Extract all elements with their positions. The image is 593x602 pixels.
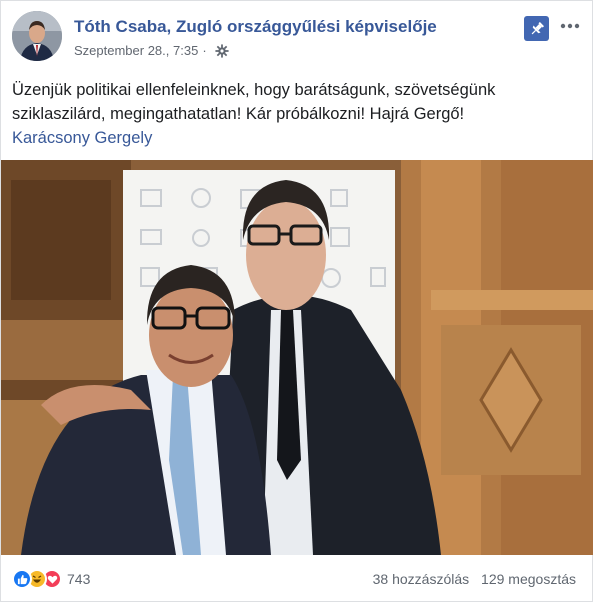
pin-button[interactable] (524, 16, 549, 41)
avatar-photo (12, 11, 62, 61)
post-timestamp[interactable]: Szeptember 28., 7:35 (74, 43, 198, 58)
meta-separator: · (202, 43, 207, 58)
reactions-count: 743 (67, 571, 91, 587)
gear-icon[interactable] (215, 43, 229, 58)
post-photo[interactable] (1, 160, 593, 555)
facebook-post: Tóth Csaba, Zugló országgyűlési képvisel… (0, 0, 593, 602)
post-message: Üzenjük politikai ellenfeleinknek, hogy … (12, 78, 584, 150)
engagement-stats: 38 hozzászólás 129 megosztás (373, 571, 576, 587)
more-options-icon (560, 23, 580, 29)
shares-count-link[interactable]: 129 megosztás (481, 571, 576, 587)
post-footer: 743 38 hozzászólás 129 megosztás (1, 557, 593, 602)
reactions-summary[interactable]: 743 (12, 569, 90, 589)
post-body-text: Üzenjük politikai ellenfeleinknek, hogy … (12, 81, 496, 123)
mention-link[interactable]: Karácsony Gergely (12, 126, 584, 150)
more-options-button[interactable] (557, 13, 583, 39)
like-icon (12, 569, 32, 589)
comments-count-link[interactable]: 38 hozzászólás (373, 571, 470, 587)
pin-icon (531, 21, 544, 34)
photo-illustration (1, 160, 593, 555)
author-name-link[interactable]: Tóth Csaba, Zugló országgyűlési képvisel… (74, 17, 437, 37)
author-avatar[interactable] (12, 11, 62, 61)
post-meta: Szeptember 28., 7:35 · (74, 43, 229, 58)
